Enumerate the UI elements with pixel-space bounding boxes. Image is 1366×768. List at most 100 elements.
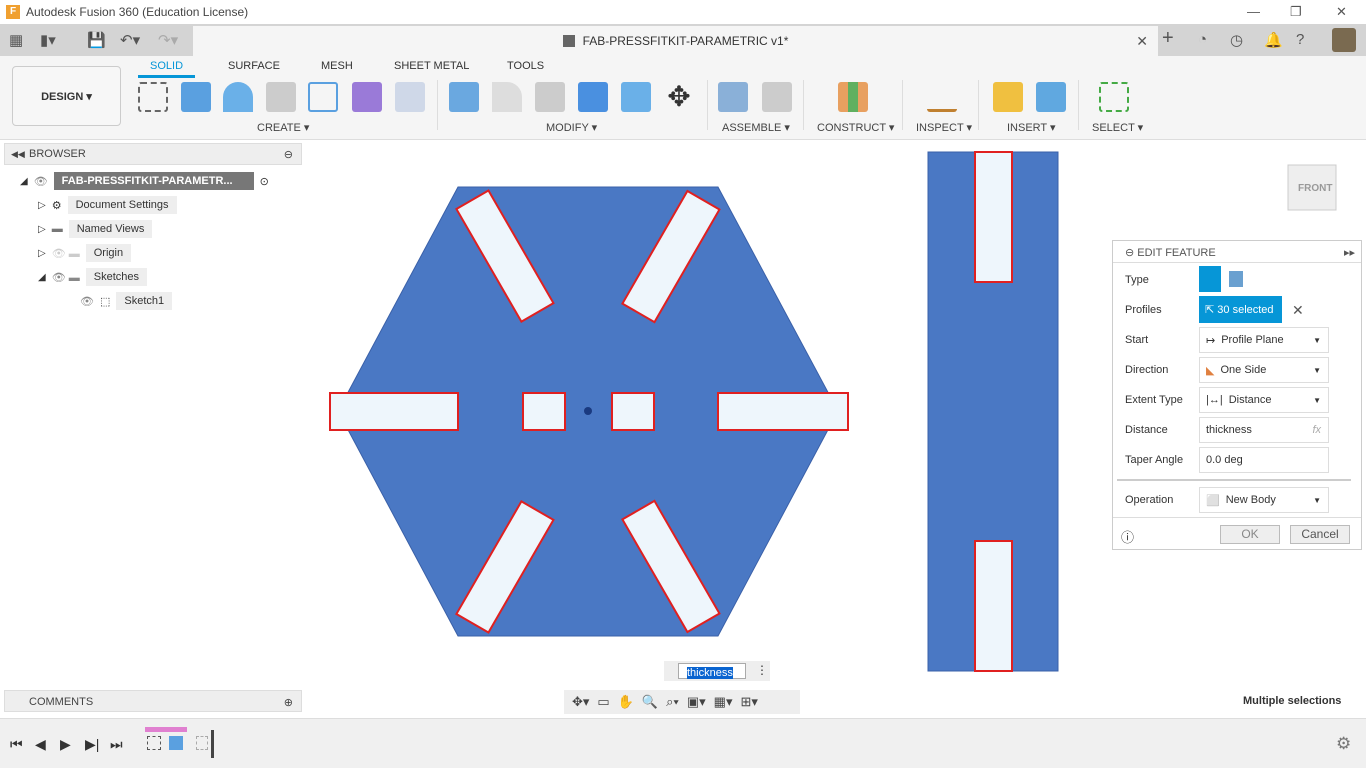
next-step-icon[interactable]: ▶| <box>85 736 99 753</box>
group-assemble[interactable]: ASSEMBLE ▾ <box>722 121 790 134</box>
help-icon[interactable]: ? <box>1296 31 1304 48</box>
joint-icon[interactable] <box>762 82 792 112</box>
undo-icon[interactable]: ↶▾ <box>120 31 140 49</box>
insert-image-icon[interactable] <box>1036 82 1066 112</box>
inline-input-container: thickness ⋮ <box>664 661 770 681</box>
maximize-button[interactable]: ❐ <box>1290 4 1302 20</box>
fit-icon[interactable]: ⌕▾ <box>666 694 679 710</box>
profile-plane-icon: ↦ <box>1206 334 1216 347</box>
tab-sheet-metal[interactable]: SHEET METAL <box>394 60 469 72</box>
job-status-icon[interactable]: ◔ <box>1198 31 1207 48</box>
minimize-button[interactable]: — <box>1247 4 1260 19</box>
tree-item-sketch1[interactable]: 👁 ⬚ Sketch1 <box>80 292 173 310</box>
timeline-sketch-icon[interactable] <box>147 736 161 750</box>
tree-item-sketches[interactable]: ◢ 👁 ▬ Sketches <box>38 268 147 286</box>
pan-icon[interactable]: ✋ <box>618 694 634 710</box>
new-tab-icon[interactable]: + <box>1162 27 1174 50</box>
group-insert[interactable]: INSERT ▾ <box>1007 121 1056 134</box>
operation-select[interactable]: ⬜ New Body ▼ <box>1199 487 1329 513</box>
more-options-icon[interactable]: ⋮ <box>756 663 768 677</box>
timeline-extrude-icon[interactable] <box>169 736 183 750</box>
revolve-icon[interactable] <box>223 82 253 112</box>
tree-root[interactable]: ◢ 👁 FAB-PRESSFITKIT-PARAMETR... ⊙ <box>20 172 269 190</box>
shell-icon[interactable] <box>535 82 565 112</box>
start-label: Start <box>1125 334 1149 346</box>
group-inspect[interactable]: INSPECT ▾ <box>916 121 972 134</box>
combine-icon[interactable] <box>578 82 608 112</box>
timeline-settings-icon[interactable]: ⚙ <box>1336 734 1351 754</box>
start-select[interactable]: ↦ Profile Plane ▼ <box>1199 327 1329 353</box>
info-icon[interactable]: ⓘ <box>1121 527 1134 546</box>
extent-type-select[interactable]: |↔| Distance ▼ <box>1199 387 1329 413</box>
look-at-icon[interactable]: ▭ <box>597 694 609 710</box>
close-tab-icon[interactable]: ✕ <box>1136 33 1148 50</box>
inline-distance-input[interactable]: thickness <box>678 663 746 679</box>
direction-select[interactable]: ◣ One Side ▼ <box>1199 357 1329 383</box>
group-select[interactable]: SELECT ▾ <box>1092 121 1143 134</box>
new-component-icon[interactable] <box>718 82 748 112</box>
tab-mesh[interactable]: MESH <box>321 60 353 72</box>
split-body-icon[interactable] <box>621 82 651 112</box>
clock-icon[interactable]: ◷ <box>1230 31 1243 49</box>
offset-plane-icon[interactable] <box>838 82 868 112</box>
save-icon[interactable]: 💾 <box>87 31 106 49</box>
tab-solid[interactable]: SOLID <box>138 60 196 78</box>
zoom-icon[interactable]: 🔍 <box>642 694 658 710</box>
create-form-icon[interactable] <box>352 82 382 112</box>
profiles-selection[interactable]: ⇱ 30 selected <box>1199 296 1282 323</box>
ok-button[interactable]: OK <box>1220 525 1280 544</box>
orbit-icon[interactable]: ✥▾ <box>572 694 589 710</box>
timeline-marker[interactable] <box>211 730 214 758</box>
timeline-sketch-icon-2[interactable] <box>196 736 208 750</box>
tree-item-named-views[interactable]: ▷ ▬ Named Views <box>38 220 153 238</box>
type-solid-icon[interactable] <box>1199 266 1221 292</box>
tab-surface[interactable]: SURFACE <box>228 60 280 72</box>
expand-icon[interactable]: ▸▸ <box>1344 246 1355 259</box>
notification-icon[interactable]: 🔔 <box>1264 31 1283 49</box>
display-settings-icon[interactable]: ▣▾ <box>687 694 706 710</box>
browser-minimize-icon[interactable]: ⊖ <box>284 148 293 161</box>
app-grid-icon[interactable]: ▦ <box>9 31 23 49</box>
create-sketch-icon[interactable] <box>138 82 168 112</box>
select-icon[interactable] <box>1099 82 1129 112</box>
group-modify[interactable]: MODIFY ▾ <box>546 121 597 134</box>
pattern-icon[interactable] <box>308 82 338 112</box>
add-comment-icon[interactable]: ⊕ <box>284 696 293 709</box>
fillet-icon[interactable] <box>492 82 522 112</box>
derive-icon[interactable] <box>395 82 425 112</box>
document-tab[interactable]: FAB-PRESSFITKIT-PARAMETRIC v1* ✕ <box>193 26 1158 56</box>
avatar[interactable] <box>1332 28 1356 52</box>
type-thin-icon[interactable] <box>1229 271 1243 287</box>
previous-step-icon[interactable]: ◀ <box>35 736 46 753</box>
grid-icon[interactable]: ▦▾ <box>714 694 733 710</box>
redo-icon[interactable]: ↷▾ <box>158 31 178 49</box>
move-icon[interactable]: ✥ <box>664 82 694 112</box>
first-step-icon[interactable]: ⏮ <box>10 736 23 753</box>
group-create[interactable]: CREATE ▾ <box>257 121 309 134</box>
workspace-switcher[interactable]: DESIGN ▾ <box>12 66 121 126</box>
tab-tools[interactable]: TOOLS <box>507 60 544 72</box>
play-icon[interactable]: ▶ <box>60 736 71 753</box>
viewcube-label[interactable]: FRONT <box>1298 183 1332 194</box>
file-menu-icon[interactable]: ▮▾ <box>40 31 56 49</box>
insert-svg-icon[interactable] <box>993 82 1023 112</box>
close-window-button[interactable]: ✕ <box>1336 4 1347 20</box>
press-pull-icon[interactable] <box>449 82 479 112</box>
viewports-icon[interactable]: ⊞▾ <box>740 694 757 710</box>
group-construct[interactable]: CONSTRUCT ▾ <box>817 121 894 134</box>
fx-icon[interactable]: fx <box>1312 424 1321 436</box>
comments-panel[interactable]: COMMENTS ⊕ <box>4 690 302 712</box>
collapse-icon[interactable]: ◀◀ <box>11 149 25 160</box>
clear-selection-icon[interactable]: ✕ <box>1292 302 1304 319</box>
measure-icon[interactable] <box>927 82 957 112</box>
tree-item-document-settings[interactable]: ▷ ⚙ Document Settings <box>38 196 177 214</box>
cancel-button[interactable]: Cancel <box>1290 525 1350 544</box>
taper-angle-input[interactable]: 0.0 deg <box>1199 447 1329 473</box>
last-step-icon[interactable]: ⏭ <box>110 736 123 753</box>
distance-input[interactable]: thickness fx <box>1199 417 1329 443</box>
side-slot-bottom <box>974 540 1013 672</box>
extrude-icon[interactable] <box>181 82 211 112</box>
hole-icon[interactable] <box>266 82 296 112</box>
type-label: Type <box>1125 274 1149 286</box>
tree-item-origin[interactable]: ▷ 👁 ▬ Origin <box>38 244 132 262</box>
